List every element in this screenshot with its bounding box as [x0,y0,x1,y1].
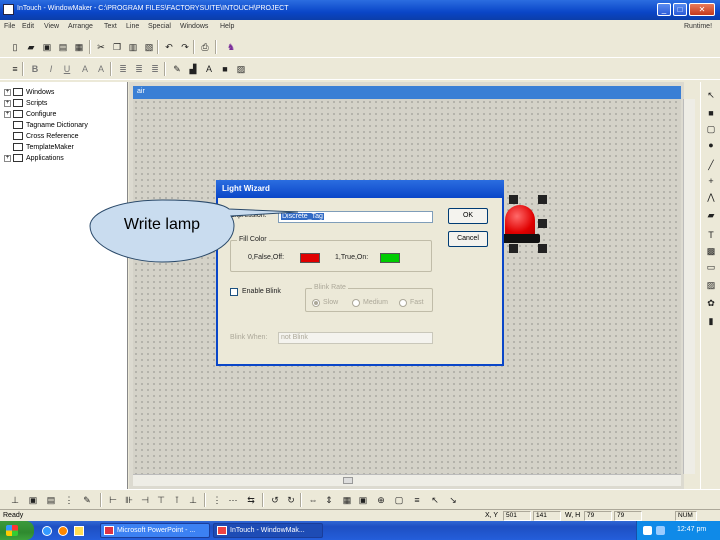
w-value: 79 [584,511,612,521]
space-v-icon[interactable]: ⋯ [226,493,240,507]
callout-text: Write lamp [123,216,201,233]
flip-h-icon[interactable]: ⇔ [306,493,320,507]
drawing-toolbar: ↖ ■ ▢ ● ╱ + ⋀ ▰ T ▩ ▭ ▨ ✿ ▮ [700,82,720,489]
rounded-rect-icon[interactable]: ▢ [704,122,718,136]
align-right-obj-icon[interactable]: ⊣ [138,493,152,507]
back-icon[interactable]: ▣ [26,493,40,507]
align-bottom-icon[interactable]: ⊥ [186,493,200,507]
h-value: 79 [614,511,642,521]
trend-icon[interactable]: ▨ [704,278,718,292]
polygon-icon[interactable]: ▰ [704,208,718,222]
rectangle-icon[interactable]: ■ [704,106,718,120]
ruler-icon[interactable]: ≡ [410,493,424,507]
task-intouch[interactable]: InTouch - WindowMak... [213,523,323,538]
control-icon[interactable]: ▮ [704,314,718,328]
status-text: Ready [3,512,24,519]
align-middle-icon[interactable]: ⊺ [170,493,184,507]
reshape-icon[interactable]: ✎ [80,493,94,507]
align-center-obj-icon[interactable]: ⊪ [122,493,136,507]
num-indicator: NUM [675,511,697,521]
media-icon[interactable] [58,526,68,536]
group-icon[interactable]: ▤ [44,493,58,507]
bitmap-icon[interactable]: ▩ [704,244,718,258]
system-tray: 12:47 pm [636,521,720,540]
button-tool-icon[interactable]: ▭ [704,260,718,274]
align-top-icon[interactable]: ⊤ [154,493,168,507]
full-screen-icon[interactable]: ▢ [392,493,406,507]
taskbar: Microsoft PowerPoint - ... InTouch - Win… [0,521,720,540]
ie-icon[interactable] [42,526,52,536]
hv-line-icon[interactable]: + [704,174,718,188]
rotate-left-icon[interactable]: ↺ [268,493,282,507]
ellipse-icon[interactable]: ● [704,138,718,152]
wh-label: W, H [565,512,581,519]
help-cursor-icon[interactable]: ↘ [446,493,460,507]
text-tool-icon[interactable]: T [704,228,718,242]
task-powerpoint[interactable]: Microsoft PowerPoint - ... [100,523,210,538]
status-bar: Ready X, Y 501 141 W, H 79 79 NUM [0,509,720,521]
rotate-right-icon[interactable]: ↻ [284,493,298,507]
x-value: 501 [503,511,531,521]
callout-shape [89,199,299,263]
zoom-icon[interactable]: ⊕ [374,493,388,507]
ungroup-icon[interactable]: ⋮ [62,493,76,507]
wizard-tool-icon[interactable]: ✿ [704,296,718,310]
space-h-icon[interactable]: ⋮ [210,493,224,507]
snap-icon[interactable]: ▣ [356,493,370,507]
intouch-icon [217,526,227,535]
link-icon[interactable]: ⇆ [244,493,258,507]
clock: 12:47 pm [677,526,707,533]
network-icon[interactable] [656,526,665,535]
flip-v-icon[interactable]: ⇕ [322,493,336,507]
cursor-mode-icon[interactable]: ↖ [428,493,442,507]
pointer-icon[interactable]: ↖ [704,88,718,102]
y-value: 141 [533,511,561,521]
front-icon[interactable]: ⊥ [8,493,22,507]
arrange-toolbar: ⊥ ▣ ▤ ⋮ ✎ ⊢ ⊪ ⊣ ⊤ ⊺ ⊥ ⋮ ⋯ ⇆ ↺ ↻ ⇔ ⇕ ▦ ▣ … [0,489,720,509]
grid-icon[interactable]: ▦ [340,493,354,507]
explorer-icon[interactable] [74,526,84,536]
windows-logo-icon [6,525,18,536]
align-left-obj-icon[interactable]: ⊢ [106,493,120,507]
xy-label: X, Y [485,512,499,519]
tray-icon[interactable] [643,526,652,535]
powerpoint-icon [104,526,114,535]
start-button[interactable] [0,521,34,540]
line-icon[interactable]: ╱ [704,158,718,172]
polyline-icon[interactable]: ⋀ [704,190,718,204]
